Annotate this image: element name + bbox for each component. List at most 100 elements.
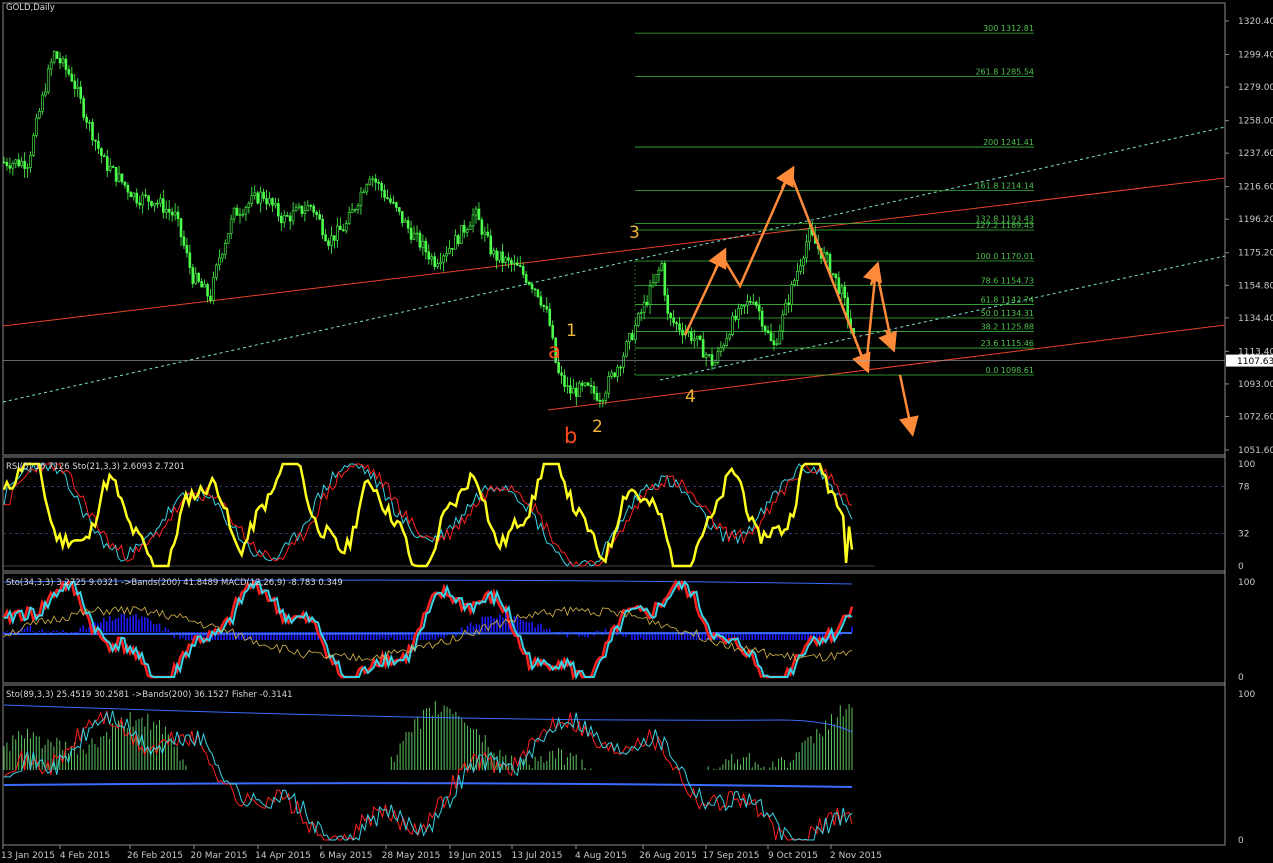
- candle-body: [580, 382, 584, 386]
- candle-body: [185, 245, 189, 254]
- candle-body: [76, 86, 80, 89]
- candle-body: [486, 231, 490, 237]
- candle-body: [200, 281, 203, 288]
- candle-body: [415, 232, 419, 235]
- price-tick-label: 1258.00: [1238, 117, 1273, 127]
- candle-body: [436, 263, 439, 267]
- candle-body: [722, 345, 726, 349]
- candle-body: [451, 247, 454, 250]
- candle-body: [371, 178, 375, 181]
- candle-body: [147, 195, 150, 202]
- candle-body: [775, 343, 779, 346]
- candle-body: [380, 183, 383, 191]
- rsi-scale-label: 0: [1238, 562, 1244, 572]
- candle-body: [660, 263, 664, 271]
- candle-body: [454, 235, 457, 250]
- candle-body: [802, 257, 805, 267]
- candle-body: [542, 304, 546, 307]
- candle-body: [377, 181, 380, 184]
- candle-body: [374, 178, 378, 183]
- candle-body: [678, 323, 681, 331]
- candle-body: [601, 400, 605, 402]
- price-tick-label: 1216.60: [1238, 183, 1273, 193]
- price-tick-label: 1093.00: [1238, 380, 1273, 390]
- candle-body: [389, 198, 392, 203]
- candle-body: [772, 340, 776, 346]
- candle-body: [675, 322, 678, 325]
- candle-body: [533, 288, 537, 291]
- candle-body: [695, 335, 699, 340]
- candle-body: [321, 218, 324, 236]
- candle-body: [737, 307, 740, 320]
- candle-body: [619, 366, 622, 369]
- fib-level-label: 161.8 1214.14: [975, 182, 1034, 191]
- candle-body: [43, 91, 47, 96]
- candle-body: [182, 236, 186, 246]
- candle-body: [229, 218, 233, 234]
- candle-body: [439, 261, 442, 265]
- candle-body: [784, 302, 788, 315]
- main-chart-header: GOLD,Daily: [6, 3, 55, 13]
- candle-body: [409, 227, 413, 240]
- candle-body: [221, 253, 224, 259]
- main-price-panel[interactable]: [2, 2, 1226, 456]
- candle-body: [498, 251, 501, 261]
- candle-body: [238, 214, 242, 216]
- candle-body: [383, 190, 386, 198]
- candle-body: [315, 211, 319, 215]
- candle-body: [194, 273, 198, 284]
- candle-body: [763, 325, 767, 331]
- candle-body: [589, 385, 593, 387]
- candle-body: [324, 234, 327, 242]
- candle-body: [58, 58, 62, 64]
- candle-body: [223, 242, 227, 255]
- candle-body: [159, 198, 162, 204]
- candle-body: [368, 178, 372, 185]
- candle-body: [639, 312, 643, 314]
- candle-body: [681, 329, 684, 336]
- candle-body: [17, 159, 21, 167]
- candle-body: [760, 310, 764, 327]
- candle-body: [524, 274, 528, 283]
- candle-body: [297, 205, 301, 209]
- candle-body: [356, 205, 360, 210]
- projection-arrows: [683, 165, 919, 437]
- candle-body: [176, 211, 180, 219]
- time-tick-label: 2 Nov 2015: [830, 851, 882, 861]
- rsi-panel[interactable]: [2, 456, 1226, 572]
- candle-body: [244, 207, 248, 215]
- candle-body: [430, 256, 434, 260]
- candle-body: [468, 225, 472, 231]
- chart-canvas[interactable]: 300 1312.81261.8 1285.54200 1241.41161.8…: [0, 0, 1273, 863]
- candle-body: [586, 382, 590, 386]
- candle-body: [64, 58, 68, 70]
- fib-level-label: 100.0 1170.01: [975, 252, 1034, 261]
- candle-body: [480, 219, 484, 235]
- candle-body: [462, 225, 466, 233]
- candle-body: [843, 286, 847, 299]
- rsi-scale-label: 78: [1238, 482, 1250, 492]
- candle-body: [362, 191, 366, 194]
- wave-label-a: a: [548, 339, 561, 363]
- candle-body: [191, 267, 195, 284]
- candle-body: [754, 301, 758, 306]
- fib-level-label: 300 1312.81: [983, 24, 1034, 33]
- time-tick-label: 17 Sep 2015: [702, 851, 759, 861]
- candle-body: [746, 301, 749, 306]
- candle-body: [277, 203, 280, 217]
- fib-level-label: 78.6 1154.73: [981, 276, 1034, 285]
- candle-body: [397, 207, 401, 212]
- time-tick-label: 20 Mar 2015: [190, 851, 247, 861]
- candle-body: [120, 173, 124, 183]
- candle-body: [690, 331, 693, 341]
- candle-body: [663, 263, 667, 296]
- candle-body: [38, 110, 41, 119]
- candle-body: [300, 205, 304, 215]
- fisher-panel[interactable]: [2, 684, 1226, 846]
- candle-body: [527, 282, 531, 285]
- candle-body: [731, 315, 734, 335]
- macd-scale-label: 0: [1238, 673, 1244, 683]
- candle-body: [424, 240, 428, 253]
- candle-body: [318, 214, 321, 220]
- candle-body: [778, 330, 782, 345]
